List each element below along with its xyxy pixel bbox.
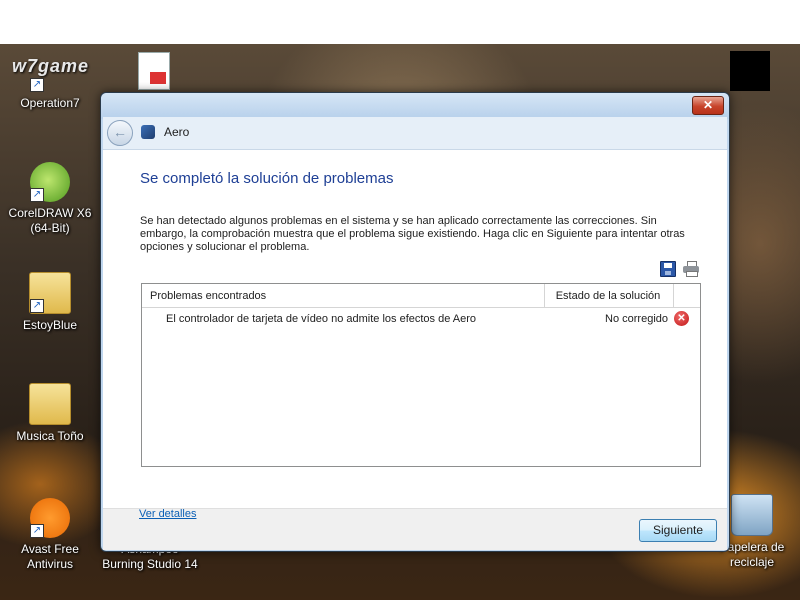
desktop-icon-avast[interactable]: ↗ Avast Free Antivirus (2, 498, 98, 572)
desktop-icon-label: Operation7 (20, 96, 80, 110)
desktop-icon-coreldraw[interactable]: ↗ CorelDRAW X6 (64-Bit) (2, 162, 98, 236)
print-icon[interactable] (683, 261, 699, 277)
desktop-icon-label: CorelDRAW X6 (64-Bit) (8, 206, 92, 235)
shortcut-arrow-icon: ↗ (30, 78, 44, 92)
window-title: Aero (164, 125, 190, 139)
column-header-status[interactable]: Estado de la solución (544, 290, 672, 302)
title-bar[interactable]: ✕ (101, 93, 729, 119)
back-arrow-icon: ← (113, 124, 127, 140)
results-table: Problemas encontrados Estado de la soluc… (141, 283, 701, 467)
close-button[interactable]: ✕ (692, 96, 724, 115)
problem-cell: El controlador de tarjeta de vídeo no ad… (166, 313, 477, 325)
navigation-bar: ← Aero (103, 117, 727, 150)
aero-troubleshooter-icon (141, 125, 155, 139)
content-area: Se completó la solución de problemas Se … (103, 150, 727, 508)
shortcut-arrow-icon: ↗ (30, 299, 44, 313)
coreldraw-icon: ↗ (30, 162, 70, 202)
view-details-link[interactable]: Ver detalles (139, 508, 196, 520)
folder-icon: ↗ (29, 272, 71, 314)
page-title: Se completó la solución de problemas (140, 170, 394, 187)
recycle-bin-icon (731, 494, 773, 536)
top-blank-area (0, 0, 800, 44)
shortcut-arrow-icon: ↗ (30, 188, 44, 202)
folder-icon (29, 383, 71, 425)
footer-bar: Siguiente (103, 508, 727, 550)
desktop-icon-operation7[interactable]: ↗ Operation7 (2, 64, 98, 111)
error-icon: ✕ (674, 311, 689, 326)
back-button[interactable]: ← (107, 120, 133, 146)
black-square (730, 51, 770, 91)
column-header-problems[interactable]: Problemas encontrados (150, 290, 266, 302)
desktop-icon-label: Avast Free Antivirus (21, 542, 79, 571)
document-icon (138, 52, 170, 90)
troubleshooter-window: ✕ ← Aero Se completó la solución de prob… (100, 92, 730, 552)
status-cell: No corregido (605, 313, 668, 325)
avast-icon: ↗ (30, 498, 70, 538)
desktop-icon-label: Musica Toño (16, 429, 84, 443)
desktop-icon-estoyblue[interactable]: ↗ EstoyBlue (2, 272, 98, 333)
operation7-icon: ↗ (30, 64, 70, 92)
next-button[interactable]: Siguiente (639, 519, 717, 542)
desktop-icon-label: EstoyBlue (22, 318, 78, 332)
shortcut-arrow-icon: ↗ (30, 524, 44, 538)
table-header: Problemas encontrados Estado de la soluc… (142, 284, 700, 308)
description-text: Se han detectado algunos problemas en el… (140, 215, 685, 253)
table-row[interactable]: El controlador de tarjeta de vídeo no ad… (142, 308, 700, 330)
desktop-icon-musica-tono[interactable]: Musica Toño (2, 383, 98, 444)
save-icon[interactable] (660, 261, 676, 277)
